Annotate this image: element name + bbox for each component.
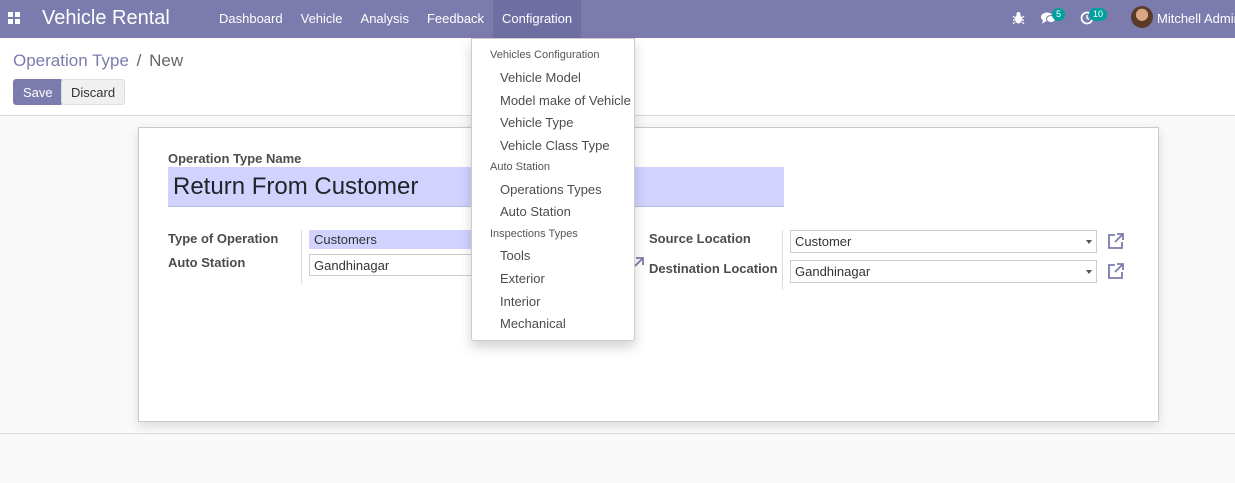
breadcrumb-parent[interactable]: Operation Type [13,51,129,70]
caret-down-icon [1086,240,1092,244]
divider [0,433,1235,434]
name-label: Operation Type Name [168,151,302,166]
auto-station-label: Auto Station [168,255,246,270]
main-menu: Dashboard Vehicle Analysis Feedback Conf… [210,0,582,38]
dropdown-item-model-make[interactable]: Model make of Vehicle [500,93,631,108]
auto-station-value: Gandhinagar [314,258,390,273]
dropdown-header-auto-station: Auto Station [490,161,550,173]
breadcrumb-separator: / [136,51,142,70]
dropdown-item-vehicle-type[interactable]: Vehicle Type [500,115,573,130]
user-menu[interactable]: Mitchell Admin [1157,11,1235,26]
bug-icon[interactable] [1012,11,1025,25]
dropdown-item-interior[interactable]: Interior [500,294,540,309]
destination-location-label: Destination Location [649,261,778,276]
menu-configration[interactable]: Configration [493,0,582,38]
app-brand[interactable]: Vehicle Rental [42,7,170,30]
external-link-icon[interactable] [1107,232,1125,250]
dropdown-header-vehicles-configuration: Vehicles Configuration [490,49,600,61]
source-location-label: Source Location [649,231,751,246]
menu-vehicle[interactable]: Vehicle [292,0,352,38]
type-of-operation-label: Type of Operation [168,231,279,246]
type-of-operation-select[interactable]: Customers [309,230,479,249]
activities-count-badge: 10 [1089,8,1108,21]
discard-button[interactable]: Discard [61,79,126,105]
dropdown-item-vehicle-class-type[interactable]: Vehicle Class Type [500,138,610,153]
source-location-value: Customer [795,234,852,249]
dropdown-item-vehicle-model[interactable]: Vehicle Model [500,70,581,85]
dropdown-item-operations-types[interactable]: Operations Types [500,182,602,197]
destination-location-value: Gandhinagar [795,264,871,279]
configration-dropdown: Vehicles Configuration Vehicle Model Mod… [471,38,635,341]
dropdown-item-tools[interactable]: Tools [500,248,530,263]
auto-station-select[interactable]: Gandhinagar [309,254,479,276]
messages-count-badge: 5 [1052,8,1066,21]
dropdown-header-inspections-types: Inspections Types [490,228,578,240]
avatar[interactable] [1131,6,1153,28]
destination-location-select[interactable]: Gandhinagar [790,260,1097,283]
menu-analysis[interactable]: Analysis [352,0,418,38]
label-separator [301,230,302,284]
breadcrumb: Operation Type / New [13,51,183,71]
type-of-operation-value: Customers [314,232,377,247]
source-location-select[interactable]: Customer [790,230,1097,253]
caret-down-icon [1086,270,1092,274]
label-separator-right [782,230,783,290]
external-link-icon[interactable] [1107,262,1125,280]
breadcrumb-current: New [149,51,184,70]
dropdown-item-mechanical[interactable]: Mechanical [500,316,566,331]
top-navbar: Vehicle Rental Dashboard Vehicle Analysi… [0,0,1235,38]
apps-icon[interactable] [8,12,20,24]
dropdown-item-exterior[interactable]: Exterior [500,271,545,286]
menu-feedback[interactable]: Feedback [418,0,493,38]
dropdown-item-auto-station[interactable]: Auto Station [500,204,571,219]
menu-dashboard[interactable]: Dashboard [210,0,292,38]
save-button[interactable]: Save [13,79,63,105]
